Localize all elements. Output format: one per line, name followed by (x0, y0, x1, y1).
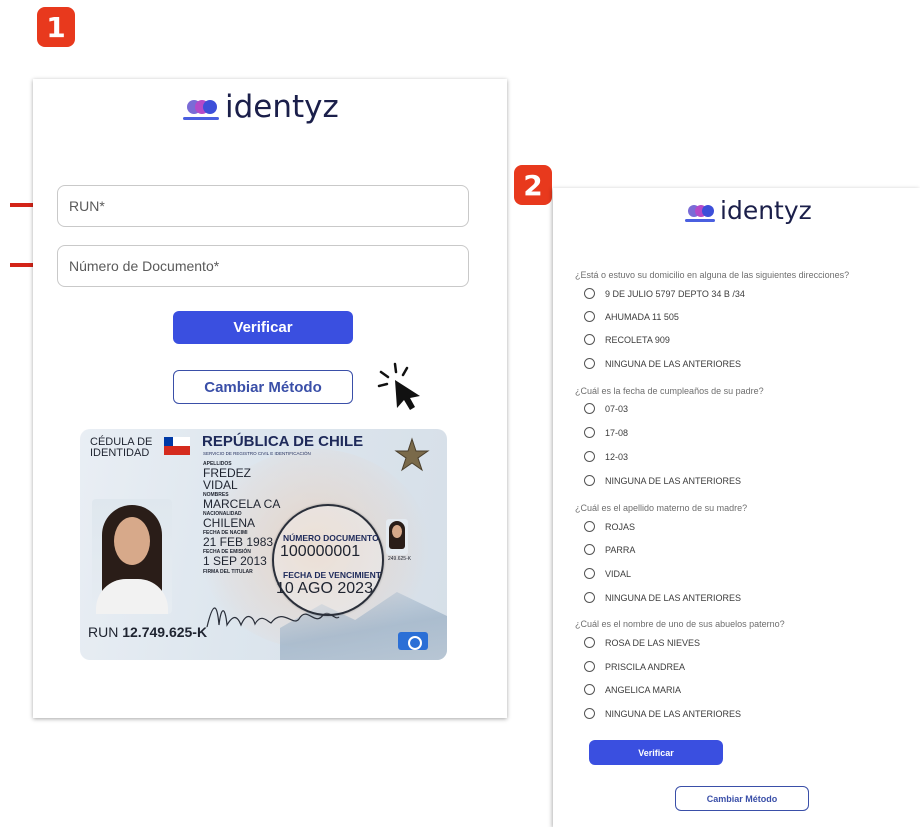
radio-button[interactable] (584, 427, 595, 438)
question-1: ¿Está o estuvo su domicilio en alguna de… (575, 270, 850, 280)
radio-button[interactable] (584, 403, 595, 414)
option-q4-c[interactable]: ANGELICA MARIA (584, 684, 681, 695)
option-q1-b[interactable]: AHUMADA 11 505 (584, 311, 679, 322)
change-method-button[interactable]: Cambiar Método (675, 786, 809, 811)
option-q2-b[interactable]: 17-08 (584, 427, 628, 438)
option-q4-b[interactable]: PRISCILA ANDREA (584, 661, 685, 672)
verify-button[interactable]: Verificar (589, 740, 723, 765)
option-q4-a[interactable]: ROSA DE LAS NIEVES (584, 637, 700, 648)
radio-button[interactable] (584, 358, 595, 369)
radio-button[interactable] (584, 592, 595, 603)
radio-button[interactable] (584, 451, 595, 462)
star-icon (394, 437, 430, 472)
option-q1-a[interactable]: 9 DE JULIO 5797 DEPTO 34 B /34 (584, 288, 745, 299)
numero-documento: 100000001 (280, 543, 361, 560)
click-cursor-icon (377, 362, 420, 410)
radio-button[interactable] (584, 288, 595, 299)
option-q3-d[interactable]: NINGUNA DE LAS ANTERIORES (584, 592, 741, 603)
radio-button[interactable] (584, 521, 595, 532)
numero-documento-label: NÚMERO DOCUMENTO (283, 533, 379, 543)
question-3: ¿Cuál es el apellido materno de su madre… (575, 503, 748, 513)
option-q2-c[interactable]: 12-03 (584, 451, 628, 462)
step-2-badge: 2 (514, 165, 552, 205)
radio-button[interactable] (584, 661, 595, 672)
logo-text: identyz (225, 89, 339, 125)
card-run: RUN 12.749.625-K (88, 624, 207, 640)
firma-label: FIRMA DEL TITULAR (203, 569, 253, 575)
option-q1-d[interactable]: NINGUNA DE LAS ANTERIORES (584, 358, 741, 369)
id-card-image: CÉDULA DE IDENTIDAD REPÚBLICA DE CHILE S… (80, 429, 447, 660)
change-method-button[interactable]: Cambiar Método (173, 370, 353, 404)
radio-button[interactable] (584, 311, 595, 322)
radio-button[interactable] (584, 568, 595, 579)
option-q3-b[interactable]: PARRA (584, 544, 635, 555)
radio-button[interactable] (584, 708, 595, 719)
fecha-emision: 1 SEP 2013 (203, 554, 267, 568)
radio-button[interactable] (584, 334, 595, 345)
card-run-prefix: RUN (88, 624, 119, 640)
document-number-input[interactable] (57, 245, 469, 287)
question-4: ¿Cuál es el nombre de uno de sus abuelos… (575, 619, 785, 629)
option-q3-c[interactable]: VIDAL (584, 568, 631, 579)
identyz-logo: identyz (685, 196, 812, 225)
radio-button[interactable] (584, 544, 595, 555)
verification-panel-step-1: identyz Verificar Cambiar Método CÉDULA … (33, 79, 507, 718)
nacionalidad: CHILENA (203, 516, 256, 530)
fecha-vencimiento: 10 AGO 2023 (276, 580, 373, 597)
logo-mark-icon (183, 92, 221, 122)
radio-button[interactable] (584, 637, 595, 648)
verify-button[interactable]: Verificar (173, 311, 353, 344)
card-republica: REPÚBLICA DE CHILE (202, 433, 364, 450)
chile-flag-icon (164, 437, 190, 455)
holder-photo (92, 499, 172, 614)
step-1-badge: 1 (37, 7, 75, 47)
option-q1-c[interactable]: RECOLETA 909 (584, 334, 670, 345)
logo-mark-icon (685, 199, 717, 223)
apellido-2: VIDAL (203, 478, 238, 492)
card-cedula-label: CÉDULA DE IDENTIDAD (90, 436, 153, 459)
identyz-logo: identyz (183, 89, 339, 125)
mini-holder-photo (386, 519, 408, 555)
fecha-nacimiento: 21 FEB 1983 (203, 535, 274, 549)
option-q2-a[interactable]: 07-03 (584, 403, 628, 414)
nombres: MARCELA CA (203, 497, 281, 511)
fecha-vencimiento-label: FECHA DE VENCIMIENT (283, 570, 381, 580)
card-run-value: 12.749.625-K (122, 624, 208, 640)
option-q4-d[interactable]: NINGUNA DE LAS ANTERIORES (584, 708, 741, 719)
radio-button[interactable] (584, 475, 595, 486)
chip-icon (398, 632, 428, 650)
option-q3-a[interactable]: ROJAS (584, 521, 635, 532)
verification-panel-step-2: identyz ¿Está o estuvo su domicilio en a… (553, 188, 920, 827)
logo-text: identyz (720, 196, 812, 225)
question-2: ¿Cuál es la fecha de cumpleaños de su pa… (575, 386, 764, 396)
card-registro: SERVICIO DE REGISTRO CIVIL E IDENTIFICAC… (203, 451, 311, 456)
run-input[interactable] (57, 185, 469, 227)
mini-run: 249.625-K (388, 556, 412, 562)
option-q2-d[interactable]: NINGUNA DE LAS ANTERIORES (584, 475, 741, 486)
radio-button[interactable] (584, 684, 595, 695)
